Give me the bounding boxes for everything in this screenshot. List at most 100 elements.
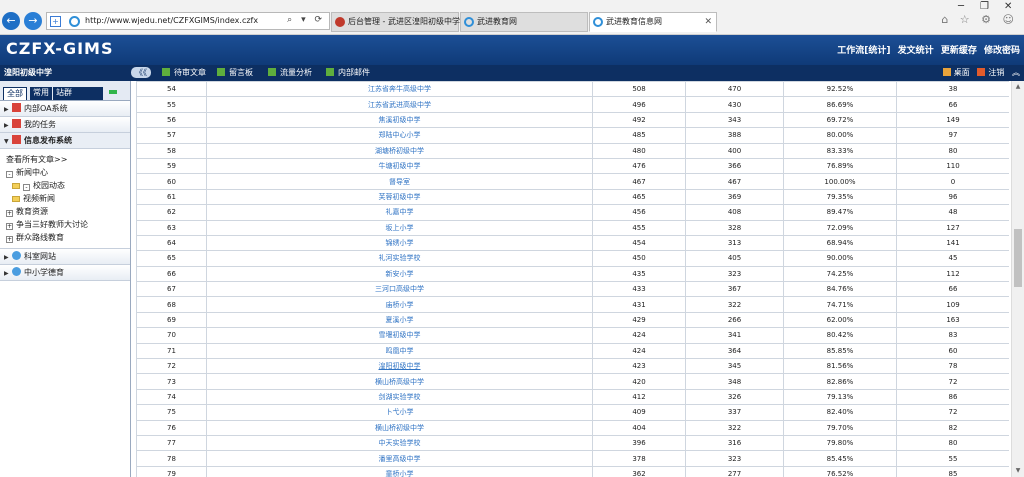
school-name-link[interactable]: 牛塘初级中学 [206, 157, 593, 175]
traffic-analysis-button[interactable]: 流量分析 [268, 67, 312, 78]
school-name-link[interactable]: 庙桥小学 [206, 296, 593, 313]
browser-tab-info[interactable]: 武进教育信息网 ✕ [589, 12, 717, 32]
rank-cell: 55 [136, 96, 207, 113]
school-name-link[interactable]: 礼嘉中学 [206, 204, 593, 221]
tab-favicon [464, 17, 474, 27]
rank-cell: 77 [136, 434, 207, 452]
school-name-link[interactable]: 湖塘桥初级中学 [206, 142, 593, 159]
school-name-link[interactable]: 芙蓉初级中学 [206, 188, 593, 206]
school-name-link[interactable]: 三河口高级中学 [206, 281, 593, 298]
publish-stats-link[interactable]: 发文统计 [898, 46, 934, 56]
tree-item-resources[interactable]: + 教育资源 [6, 205, 130, 218]
scroll-down-icon[interactable]: ▼ [1012, 465, 1024, 477]
collapse-sidebar-button[interactable]: 《《 [131, 67, 151, 78]
tab-close-icon[interactable]: ✕ [704, 13, 712, 31]
collapse-box-icon[interactable]: - [6, 171, 13, 178]
tree-item-news-center[interactable]: - 新闻中心 [6, 166, 130, 179]
tab-common[interactable]: 常用 [30, 87, 52, 100]
close-window-icon[interactable]: ✕ [1004, 1, 1012, 12]
school-name-link[interactable]: 礼河实验学校 [206, 250, 593, 267]
tree-item-teachers[interactable]: + 争当三好教师大讨论 [6, 218, 130, 231]
school-name-link[interactable]: 鸣凰中学 [206, 342, 593, 360]
total-cell: 431 [592, 296, 686, 313]
workflow-stats-link[interactable]: 工作流[统计] [837, 46, 890, 56]
school-name-link[interactable]: 郑陆中心小学 [206, 127, 593, 144]
rate-cell: 79.13% [783, 388, 897, 406]
minimize-icon[interactable]: ─ [958, 1, 964, 12]
sidebar-item-dept-sites[interactable]: ▶ 科室网站 [0, 249, 130, 265]
school-name-link[interactable]: 剑湖实验学校 [206, 388, 593, 406]
browser-tools-icons[interactable]: ⌂ ☆ ⚙ ☺ [941, 13, 1018, 26]
address-bar[interactable]: + http://www.wjedu.net/CZFXGIMS/index.cz… [46, 12, 330, 30]
rank-cell: 69 [136, 311, 207, 329]
table-row: 65 礼河实验学校 450 405 90.00% 45 [136, 250, 1009, 267]
approved-cell: 343 [685, 111, 784, 129]
sidebar-item-moral-edu[interactable]: ▶ 中小学德育 [0, 265, 130, 281]
rank-cell: 68 [136, 296, 207, 313]
school-name-link[interactable]: 童桥小学 [206, 465, 593, 477]
address-tools-icons[interactable]: ⌕ ▾ ⟳ [287, 15, 325, 25]
toolbar-item-label: 内部邮件 [338, 68, 370, 77]
school-name-link[interactable]: 坂上小学 [206, 219, 593, 236]
forward-arrow-icon[interactable]: → [24, 12, 42, 30]
school-name-link[interactable]: 潘里高级中学 [206, 450, 593, 467]
expand-box-icon[interactable]: + [6, 210, 13, 217]
school-name-link[interactable]: 督导室 [206, 173, 593, 190]
approved-cell: 366 [685, 157, 784, 175]
expand-box-icon[interactable]: + [6, 223, 13, 230]
school-name-link[interactable]: 江苏省武进高级中学 [206, 96, 593, 113]
view-all-articles-link[interactable]: 查看所有文章>> [6, 153, 130, 166]
approved-cell: 328 [685, 219, 784, 236]
sidebar-item-oa[interactable]: ▶ 内部OA系统 [0, 101, 130, 117]
school-name-link[interactable]: 卜弋小学 [206, 404, 593, 421]
school-name-link[interactable]: 新安小学 [206, 265, 593, 283]
pending-cell: 83 [896, 327, 1009, 344]
desktop-button[interactable]: 桌面 [942, 68, 970, 77]
pending-articles-button[interactable]: 待审文章 [162, 67, 206, 78]
expand-arrow-icon: ▶ [4, 122, 9, 129]
tree-item-campus[interactable]: - 校园动态 [6, 179, 130, 192]
sidebar-item-tasks[interactable]: ▶ 我的任务 [0, 117, 130, 133]
scroll-up-icon[interactable]: ▲ [1012, 81, 1024, 93]
browser-tab-admin[interactable]: 后台管理 - 武进区湟阳初级中学 [331, 12, 460, 32]
refresh-cache-link[interactable]: 更新缓存 [941, 46, 977, 56]
tab-all[interactable]: 全部 [3, 87, 27, 100]
school-name-link[interactable]: 焦溪初级中学 [206, 111, 593, 129]
compat-view-icon[interactable]: + [50, 16, 61, 27]
tab-label: 武进教育网 [477, 17, 517, 26]
logout-button[interactable]: 注销 [977, 68, 1004, 77]
org-name: 湟阳初级中学 [4, 68, 52, 77]
school-name-link[interactable]: 锦绣小学 [206, 234, 593, 252]
school-name-link[interactable]: 横山桥高级中学 [206, 373, 593, 390]
school-name-link[interactable]: 横山桥初级中学 [206, 419, 593, 436]
pending-cell: 60 [896, 342, 1009, 360]
toolbar-item-label: 待审文章 [174, 68, 206, 77]
browser-tab-wjedu[interactable]: 武进教育网 [460, 12, 588, 32]
total-cell: 465 [592, 188, 686, 206]
school-name-link[interactable]: 夏溪小学 [206, 311, 593, 329]
tree-item-mass-line[interactable]: + 群众路线教育 [6, 231, 130, 244]
rank-cell: 58 [136, 142, 207, 159]
ie-page-icon [69, 16, 80, 27]
collapse-box-icon[interactable]: - [23, 184, 30, 191]
back-arrow-icon[interactable]: ← [2, 12, 20, 30]
school-name-link[interactable]: 江苏省奔牛高级中学 [206, 81, 593, 98]
scroll-thumb[interactable] [1014, 229, 1022, 287]
internal-mail-button[interactable]: 内部邮件 [326, 67, 370, 78]
sidebar: 全部 常用 站群 ▶ 内部OA系统 ▶ 我的任务 ▼ 信息发布系统 查看所有文章>> … [0, 81, 131, 477]
maximize-icon[interactable]: ❐ [980, 1, 989, 12]
rate-cell: 100.00% [783, 173, 897, 190]
vertical-scrollbar[interactable]: ▲ ▼ [1011, 81, 1024, 477]
school-name-link[interactable]: 雪堰初级中学 [206, 327, 593, 344]
tree-item-video[interactable]: 视频新闻 [6, 192, 130, 205]
school-name-link[interactable]: 中天实验学校 [206, 434, 593, 452]
address-url[interactable]: http://www.wjedu.net/CZFXGIMS/index.czfx [85, 16, 258, 25]
sidebar-item-publishing[interactable]: ▼ 信息发布系统 [0, 133, 130, 149]
school-name-link[interactable]: 湟阳初级中学 [206, 358, 593, 375]
message-board-button[interactable]: 留言板 [217, 67, 253, 78]
expand-icon[interactable]: ︽ [1012, 68, 1020, 77]
expand-box-icon[interactable]: + [6, 236, 13, 243]
rate-cell: 83.33% [783, 142, 897, 159]
tab-site-group[interactable]: 站群 [53, 87, 103, 100]
change-password-link[interactable]: 修改密码 [984, 46, 1020, 56]
